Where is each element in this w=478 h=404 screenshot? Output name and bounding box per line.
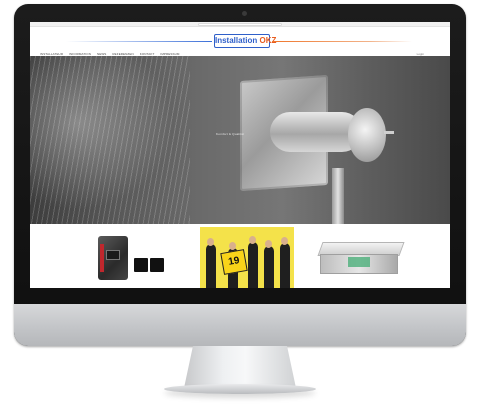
person-image [248,242,258,288]
spout-image [332,168,344,224]
imac-monitor: Installation OKZ Installateur Informatio… [14,4,466,346]
hero-image: Komfort & Qualität [30,56,450,224]
controller-panel-image-2 [150,258,164,272]
logo-text-primary: Installation [215,36,258,45]
monitor-chin [14,304,466,346]
person-image [264,246,274,288]
header-rule-right [272,41,412,42]
address-bar[interactable] [198,23,282,26]
person-head-image [229,242,236,250]
header-rule-left [66,41,212,42]
webcam-icon [242,11,247,16]
hero-caption: Komfort & Qualität [216,132,245,136]
monitor-stand [184,346,296,388]
teaser-team-photo[interactable]: 19 [200,227,294,288]
person-image [280,243,290,288]
person-head-image [265,240,272,248]
jersey-image: 19 [220,249,248,275]
monitor-stand-base [164,384,316,394]
product-teaser-row: 19 [30,224,450,288]
teaser-heater[interactable] [98,236,164,280]
valve-lever-image [384,131,394,134]
controller-panel-image [134,258,148,272]
product-mockup-stage: Installation OKZ Installateur Informatio… [0,0,478,404]
screen: Installation OKZ Installateur Informatio… [30,22,450,288]
site-logo[interactable]: Installation OKZ [214,34,276,48]
person-image [206,244,216,288]
heater-display-image [106,250,120,260]
site-header: Installation OKZ Installateur Informatio… [30,27,450,56]
valve-knob-image [348,108,386,162]
person-head-image [207,238,214,246]
person-head-image [281,237,288,245]
unit-core-image [348,257,370,267]
person-head-image [249,236,256,244]
water-spray-image [30,56,190,224]
teaser-ventilation-unit[interactable] [317,242,405,276]
heater-accent-stripe [100,244,104,272]
